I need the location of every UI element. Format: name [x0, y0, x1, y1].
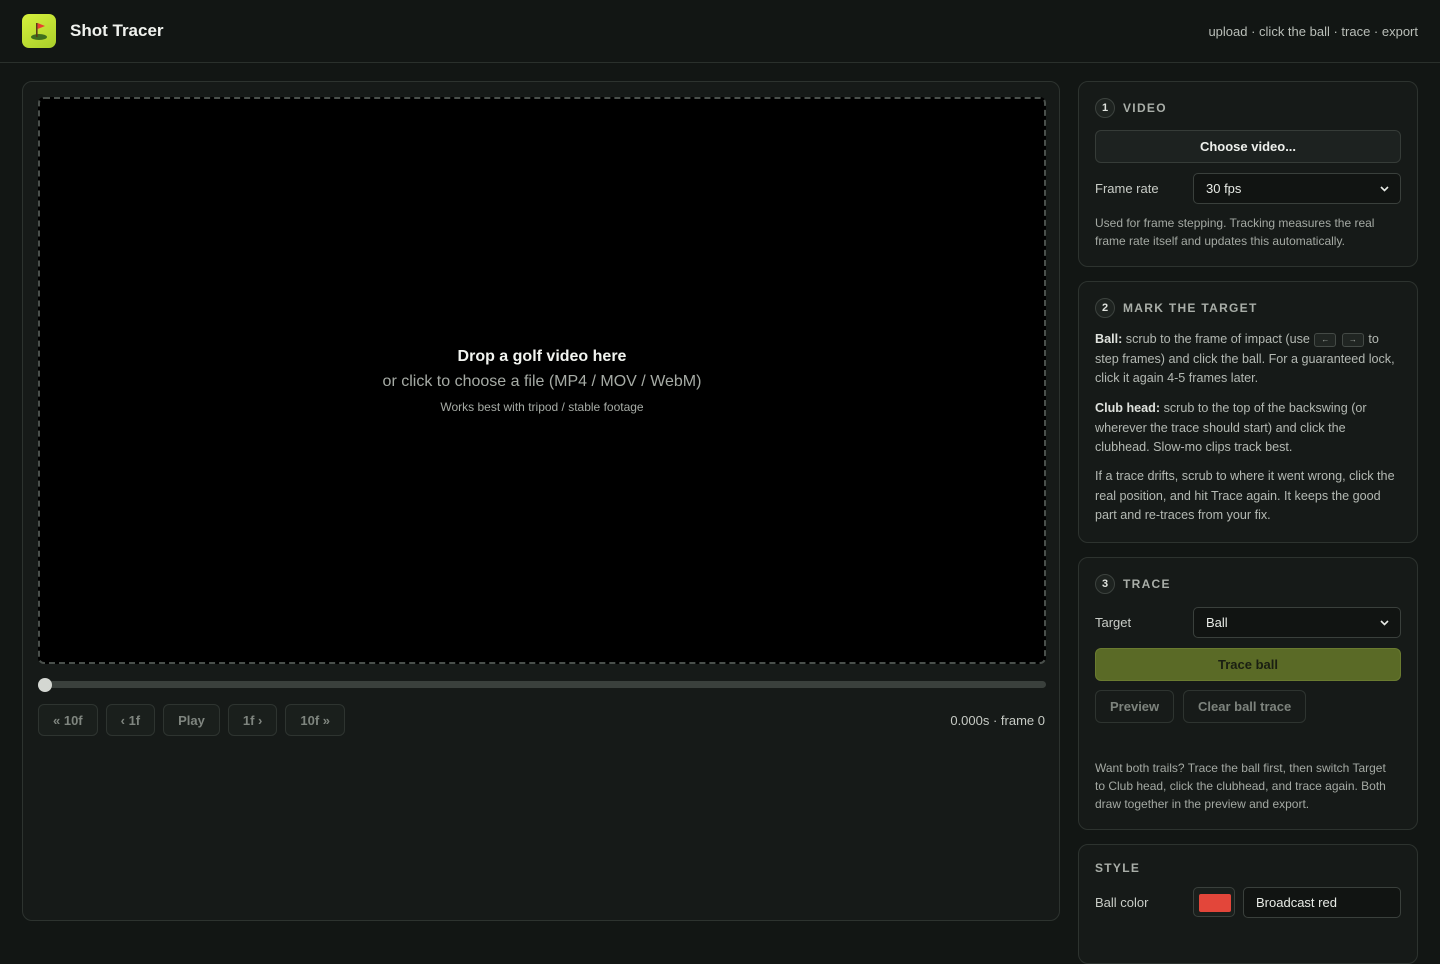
style-card-header: STYLE — [1095, 861, 1140, 875]
frame-rate-value: 30 fps — [1206, 181, 1242, 196]
app-title: Shot Tracer — [70, 21, 164, 40]
video-dropzone[interactable]: Drop a golf video here or click to choos… — [38, 97, 1046, 664]
forward-10-frames-button[interactable]: 10f » — [285, 704, 346, 736]
club-instructions: Club head: scrub to the top of the backs… — [1095, 399, 1395, 458]
scrubber-track[interactable] — [38, 681, 1046, 688]
ball-label: Ball: — [1095, 332, 1123, 346]
video-card: 1 VIDEO Choose video... Frame rate 30 fp… — [1078, 81, 1418, 267]
drift-instructions: If a trace drifts, scrub to where it wen… — [1095, 469, 1395, 522]
ball-instructions: Ball: scrub to the frame of impact (use … — [1095, 330, 1395, 389]
preview-button[interactable]: Preview — [1095, 690, 1175, 723]
trail-style-select[interactable]: Broadcast red — [1243, 887, 1401, 918]
target-value: Ball — [1206, 615, 1228, 630]
choose-video-button[interactable]: Choose video... — [1095, 130, 1401, 163]
back-1-frame-button[interactable]: ‹ 1f — [105, 704, 156, 736]
timeline-scrubber[interactable] — [38, 678, 1046, 692]
ball-text-start: scrub to the frame of impact (use — [1122, 332, 1314, 346]
ball-color-label: Ball color — [1095, 895, 1149, 910]
step-number: 3 — [1095, 574, 1115, 594]
step-number: 2 — [1095, 298, 1115, 318]
style-card: STYLE Ball color Broadcast red — [1078, 844, 1418, 964]
trace-card-header: 3 TRACE — [1095, 574, 1171, 594]
dropzone-note: Works best with tripod / stable footage — [440, 400, 644, 414]
target-select[interactable]: Ball — [1193, 607, 1401, 638]
frame-rate-select[interactable]: 30 fps — [1193, 173, 1401, 204]
clear-ball-trace-button[interactable]: Clear ball trace — [1183, 690, 1307, 723]
frame-rate-help: Used for frame stepping. Tracking measur… — [1095, 216, 1375, 248]
ball-color-swatch — [1199, 894, 1231, 912]
app-logo — [22, 14, 56, 48]
forward-1-frame-button[interactable]: 1f › — [227, 704, 278, 736]
golf-flag-icon — [31, 23, 47, 40]
chevron-down-icon — [1380, 186, 1389, 192]
playback-controls: « 10f ‹ 1f Play 1f › 10f » — [38, 704, 346, 736]
dropzone-text: Drop a golf video here or click to choos… — [40, 347, 1044, 414]
card-title: TRACE — [1123, 577, 1171, 591]
video-card-header: 1 VIDEO — [1095, 98, 1167, 118]
card-title: MARK THE TARGET — [1123, 301, 1258, 315]
dropzone-title: Drop a golf video here — [457, 348, 627, 365]
target-label: Target — [1095, 615, 1132, 630]
ball-color-picker[interactable] — [1193, 887, 1235, 917]
app-header: Shot Tracer upload · click the ball · tr… — [0, 0, 1440, 63]
right-arrow-key: → — [1341, 332, 1364, 347]
trace-help: Want both trails? Trace the ball first, … — [1095, 761, 1386, 811]
back-10-frames-button[interactable]: « 10f — [38, 704, 98, 736]
scrubber-thumb[interactable] — [38, 678, 52, 692]
club-label: Club head: — [1095, 401, 1161, 415]
workflow-hint: upload · click the ball · trace · export — [1208, 24, 1418, 39]
trace-ball-button[interactable]: Trace ball — [1095, 648, 1401, 681]
time-readout: 0.000s · frame 0 — [950, 713, 1045, 728]
card-title: STYLE — [1095, 861, 1141, 875]
trace-card: 3 TRACE Target Ball Trace ball Preview C… — [1078, 557, 1418, 830]
left-arrow-key: ← — [1314, 332, 1337, 347]
card-title: VIDEO — [1123, 101, 1167, 115]
frame-rate-label: Frame rate — [1095, 181, 1159, 196]
chevron-down-icon — [1380, 620, 1389, 626]
play-button[interactable]: Play — [163, 704, 220, 736]
dropzone-subtitle: or click to choose a file (MP4 / MOV / W… — [382, 373, 702, 390]
video-panel: Drop a golf video here or click to choos… — [22, 81, 1060, 921]
mark-target-card-header: 2 MARK THE TARGET — [1095, 298, 1258, 318]
trail-style-value: Broadcast red — [1256, 895, 1337, 910]
mark-target-card: 2 MARK THE TARGET Ball: scrub to the fra… — [1078, 281, 1418, 543]
step-number: 1 — [1095, 98, 1115, 118]
